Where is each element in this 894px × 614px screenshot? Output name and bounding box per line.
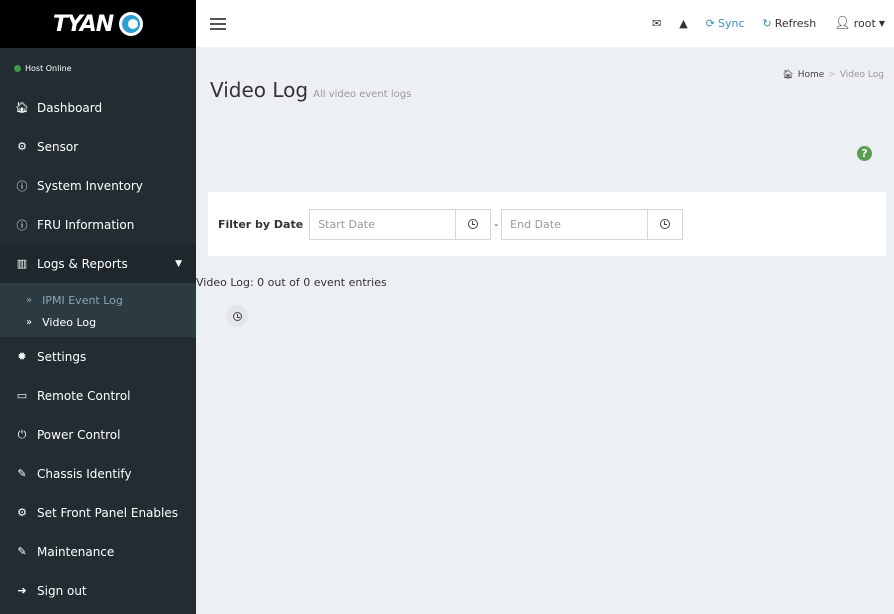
- sidebar-subitem-label: IPMI Event Log: [42, 293, 123, 307]
- sidebar-item-label: Maintenance: [37, 544, 115, 559]
- user-menu-button[interactable]: 👤︎ root ▼: [825, 0, 894, 48]
- sidebar-item-sensor[interactable]: ⚙ Sensor: [0, 127, 196, 166]
- date-filter-panel: Filter by Date -: [208, 192, 886, 256]
- breadcrumb-home[interactable]: Home: [798, 70, 825, 80]
- sidebar-item-front-panel[interactable]: ⚙ Set Front Panel Enables: [0, 493, 196, 532]
- sidebar-item-label: System Inventory: [37, 178, 143, 193]
- page-header: Video Log All video event logs: [210, 78, 411, 102]
- host-status: Host Online: [0, 48, 196, 88]
- date-range-separator: -: [494, 217, 499, 231]
- gear-icon: ✹: [17, 350, 27, 363]
- main-content: Video Log All video event logs 🏠︎ Home >…: [196, 48, 894, 614]
- breadcrumb: 🏠︎ Home > Video Log: [782, 70, 884, 80]
- home-icon: 🏠︎: [15, 101, 29, 114]
- sidebar-item-logs-reports[interactable]: ▥ Logs & Reports ▼: [0, 244, 196, 283]
- home-icon: 🏠︎: [782, 70, 794, 80]
- clock-icon: [232, 311, 242, 321]
- sidebar-item-label: Remote Control: [37, 388, 131, 403]
- info-icon: ⓘ: [16, 179, 28, 193]
- sidebar-item-label: Settings: [37, 349, 87, 364]
- entries-count: Video Log: 0 out of 0 event entries: [196, 276, 387, 289]
- sidebar-item-power-control[interactable]: ⏻ Power Control: [0, 415, 196, 454]
- user-icon: 👤︎: [834, 16, 851, 31]
- sidebar-subitem-video-log[interactable]: » Video Log: [0, 311, 196, 333]
- sidebar-item-settings[interactable]: ✹ Settings: [0, 337, 196, 376]
- end-date-input[interactable]: [502, 209, 648, 239]
- sync-button[interactable]: ⟳ Sync: [697, 0, 754, 48]
- sidebar: TYAN Host Online 🏠︎ Dashboard ⚙ Sensor ⓘ…: [0, 0, 196, 614]
- sidebar-subitem-label: Video Log: [42, 315, 97, 329]
- sensor-icon: ⚙: [17, 140, 27, 153]
- status-dot-icon: [14, 64, 21, 72]
- user-label: root: [853, 17, 876, 30]
- start-date-picker-button[interactable]: [455, 209, 491, 239]
- alerts-button[interactable]: ▲: [670, 0, 696, 48]
- wrench-icon: ✎: [17, 545, 27, 558]
- start-date-input[interactable]: [310, 209, 456, 239]
- power-icon: ⏻: [17, 427, 27, 441]
- warning-icon: ▲: [679, 17, 688, 30]
- logs-submenu: » IPMI Event Log » Video Log: [0, 283, 196, 337]
- sidebar-item-remote-control[interactable]: ▭ Remote Control: [0, 376, 196, 415]
- filter-by-date-label: Filter by Date: [218, 217, 304, 231]
- sidebar-item-dashboard[interactable]: 🏠︎ Dashboard: [0, 88, 196, 127]
- sidebar-item-chassis-identify[interactable]: ✎ Chassis Identify: [0, 454, 196, 493]
- timeline-clock-button[interactable]: [226, 305, 248, 327]
- refresh-icon: ↻: [762, 17, 772, 30]
- end-date-group: [501, 208, 684, 240]
- envelope-icon: ✉: [652, 17, 662, 30]
- refresh-button[interactable]: ↻ Refresh: [754, 0, 826, 48]
- start-date-group: [309, 208, 492, 240]
- messages-button[interactable]: ✉: [643, 0, 670, 48]
- wand-icon: ✎: [17, 467, 27, 480]
- sidebar-subitem-ipmi-event-log[interactable]: » IPMI Event Log: [0, 289, 196, 311]
- content-area: Video Log All video event logs 🏠︎ Home >…: [196, 48, 894, 614]
- top-navbar: ✉ ▲ ⟳ Sync ↻ Refresh 👤︎ root ▼: [196, 0, 894, 48]
- hamburger-menu-icon[interactable]: [210, 17, 226, 30]
- breadcrumb-current: Video Log: [839, 70, 884, 80]
- bar-chart-icon: ▥: [16, 257, 28, 270]
- sync-label: Sync: [717, 17, 745, 30]
- breadcrumb-separator: >: [828, 70, 836, 80]
- logo-mark-icon: [119, 12, 144, 36]
- host-status-label: Host Online: [25, 63, 72, 73]
- clock-icon: [468, 219, 479, 229]
- navbar-right: ✉ ▲ ⟳ Sync ↻ Refresh 👤︎ root ▼: [643, 0, 894, 48]
- sidebar-item-label: Dashboard: [37, 100, 103, 115]
- chevron-down-icon: ▼: [175, 258, 182, 269]
- sidebar-item-fru-information[interactable]: ⓘ FRU Information: [0, 205, 196, 244]
- sidebar-item-label: Sign out: [37, 583, 87, 598]
- clock-icon: [660, 219, 671, 229]
- sidebar-item-system-inventory[interactable]: ⓘ System Inventory: [0, 166, 196, 205]
- page-title: Video Log: [210, 78, 309, 102]
- sidebar-item-label: Set Front Panel Enables: [37, 505, 178, 520]
- sidebar-item-maintenance[interactable]: ✎ Maintenance: [0, 532, 196, 571]
- double-chevron-right-icon: »: [26, 316, 33, 328]
- sidebar-item-label: Logs & Reports: [37, 256, 128, 271]
- sign-out-icon: ➜: [17, 584, 27, 597]
- info-icon: ⓘ: [16, 218, 28, 232]
- refresh-label: Refresh: [774, 17, 817, 30]
- sidebar-item-label: Chassis Identify: [37, 466, 132, 481]
- sidebar-item-label: Power Control: [37, 427, 121, 442]
- page-subtitle: All video event logs: [313, 89, 412, 100]
- sidebar-item-sign-out[interactable]: ➜ Sign out: [0, 571, 196, 610]
- monitor-icon: ▭: [16, 389, 28, 402]
- brand-logo[interactable]: TYAN: [0, 0, 196, 48]
- sidebar-item-label: FRU Information: [37, 217, 135, 232]
- brand-name: TYAN: [52, 11, 114, 37]
- gears-icon: ⚙: [17, 506, 27, 519]
- double-chevron-right-icon: »: [26, 294, 33, 306]
- sync-icon: ⟳: [705, 17, 715, 30]
- sidebar-item-label: Sensor: [37, 139, 79, 154]
- caret-down-icon: ▼: [878, 19, 885, 28]
- end-date-picker-button[interactable]: [647, 209, 683, 239]
- help-icon[interactable]: ?: [857, 146, 872, 161]
